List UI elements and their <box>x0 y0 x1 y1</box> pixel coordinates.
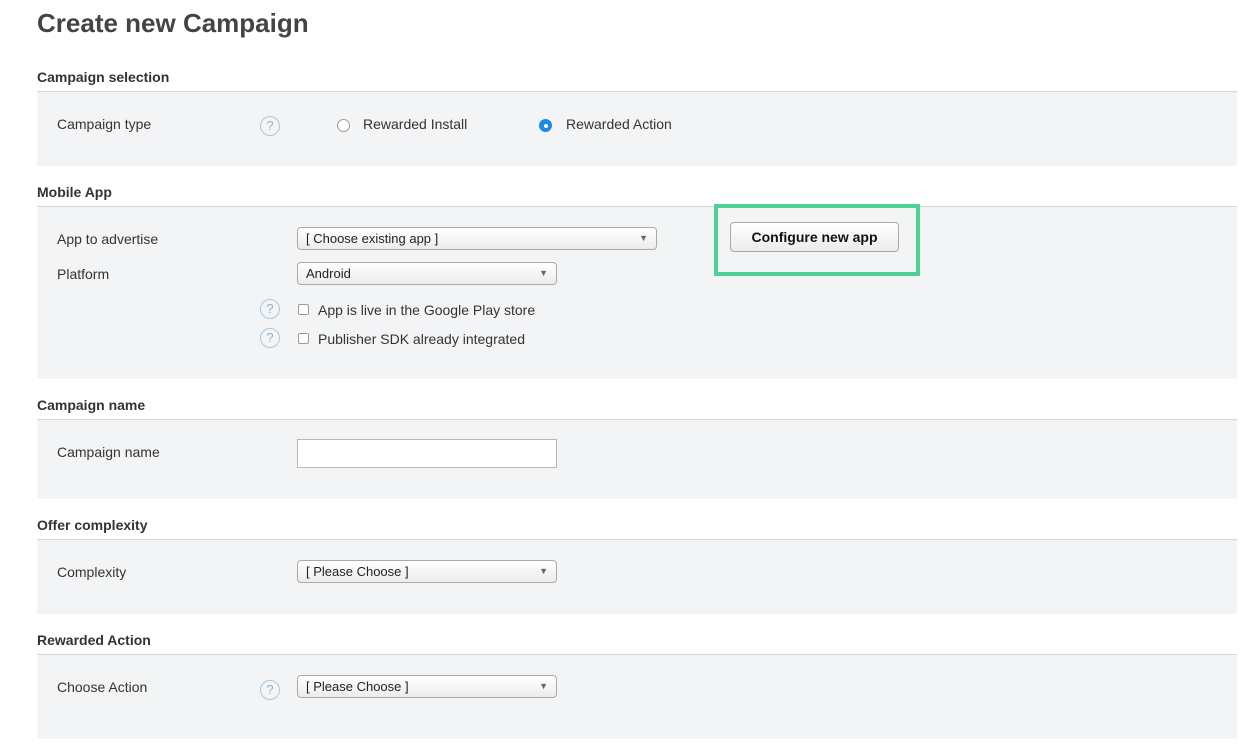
app-select-value: [ Choose existing app ] <box>306 231 439 246</box>
platform-label: Platform <box>57 266 110 282</box>
section-title-rewarded-action: Rewarded Action <box>37 629 1237 655</box>
section-title-offer-complexity: Offer complexity <box>37 514 1237 540</box>
chevron-down-icon: ▼ <box>539 268 548 278</box>
campaign-type-label: Campaign type <box>57 116 152 132</box>
chevron-down-icon: ▼ <box>539 566 548 576</box>
campaign-name-panel: Campaign name <box>37 420 1237 499</box>
chevron-down-icon: ▼ <box>539 681 548 691</box>
checkbox-sdk-integrated[interactable] <box>298 333 309 344</box>
help-icon[interactable]: ? <box>260 680 280 700</box>
campaign-name-input[interactable] <box>297 439 557 468</box>
page-title: Create new Campaign <box>37 8 309 38</box>
complexity-label: Complexity <box>57 564 127 580</box>
section-title-campaign-name: Campaign name <box>37 394 1237 420</box>
radio-rewarded-action[interactable] <box>539 119 552 132</box>
configure-new-app-button[interactable]: Configure new app <box>730 222 899 252</box>
section-title-campaign-selection: Campaign selection <box>37 66 1237 92</box>
checkbox-app-live[interactable] <box>298 304 309 315</box>
radio-rewarded-action-label[interactable]: Rewarded Action <box>566 116 672 132</box>
checkbox-app-live-label[interactable]: App is live in the Google Play store <box>318 302 535 318</box>
app-to-advertise-label: App to advertise <box>57 231 159 247</box>
rewarded-action-panel: Choose Action ? [ Please Choose ] ▼ <box>37 655 1237 739</box>
choose-action-label: Choose Action <box>57 679 148 695</box>
help-icon[interactable]: ? <box>260 116 280 136</box>
campaign-name-label: Campaign name <box>57 444 160 460</box>
help-icon[interactable]: ? <box>260 328 280 348</box>
chevron-down-icon: ▼ <box>639 233 648 243</box>
platform-select-value: Android <box>306 266 351 281</box>
mobile-app-panel: App to advertise [ Choose existing app ]… <box>37 207 1237 379</box>
section-title-mobile-app: Mobile App <box>37 181 1237 207</box>
radio-rewarded-install-label[interactable]: Rewarded Install <box>363 116 467 132</box>
radio-rewarded-install[interactable] <box>337 119 350 132</box>
platform-select[interactable]: Android ▼ <box>297 262 557 285</box>
complexity-select[interactable]: [ Please Choose ] ▼ <box>297 560 557 583</box>
help-icon[interactable]: ? <box>260 299 280 319</box>
campaign-selection-panel: Campaign type ? Rewarded Install Rewarde… <box>37 92 1237 166</box>
checkbox-sdk-integrated-label[interactable]: Publisher SDK already integrated <box>318 331 525 347</box>
action-select[interactable]: [ Please Choose ] ▼ <box>297 675 557 698</box>
offer-complexity-panel: Complexity [ Please Choose ] ▼ <box>37 540 1237 614</box>
action-select-value: [ Please Choose ] <box>306 679 409 694</box>
complexity-select-value: [ Please Choose ] <box>306 564 409 579</box>
app-select[interactable]: [ Choose existing app ] ▼ <box>297 227 657 250</box>
